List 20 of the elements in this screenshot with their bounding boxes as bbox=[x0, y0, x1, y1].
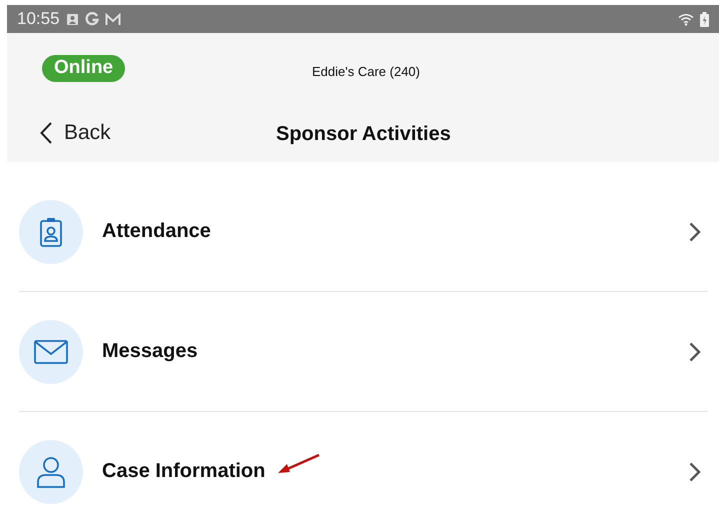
online-badge: Online bbox=[42, 55, 126, 82]
menu-row[interactable]: Messages bbox=[19, 292, 708, 411]
image-notification-icon bbox=[66, 12, 79, 26]
menu-row[interactable]: Attendance bbox=[19, 172, 708, 291]
envelope-icon bbox=[34, 340, 68, 364]
mail-icon bbox=[104, 12, 121, 26]
id-badge-icon bbox=[40, 216, 62, 246]
battery-icon bbox=[700, 12, 709, 26]
menu-row[interactable]: Case Information bbox=[19, 412, 708, 508]
chevron-right-icon bbox=[689, 462, 701, 482]
back-button[interactable]: Back bbox=[40, 121, 111, 145]
back-chevron-icon bbox=[40, 122, 52, 144]
g-letter-icon bbox=[84, 12, 99, 26]
chevron-right-icon bbox=[689, 342, 701, 362]
site-name: Eddie's Care (240) bbox=[312, 64, 420, 79]
wifi-icon bbox=[678, 12, 694, 26]
person-icon bbox=[36, 456, 66, 488]
chevron-right-icon bbox=[689, 222, 701, 242]
page-title: Sponsor Activities bbox=[276, 123, 451, 146]
status-time: 10:55 bbox=[17, 9, 60, 29]
